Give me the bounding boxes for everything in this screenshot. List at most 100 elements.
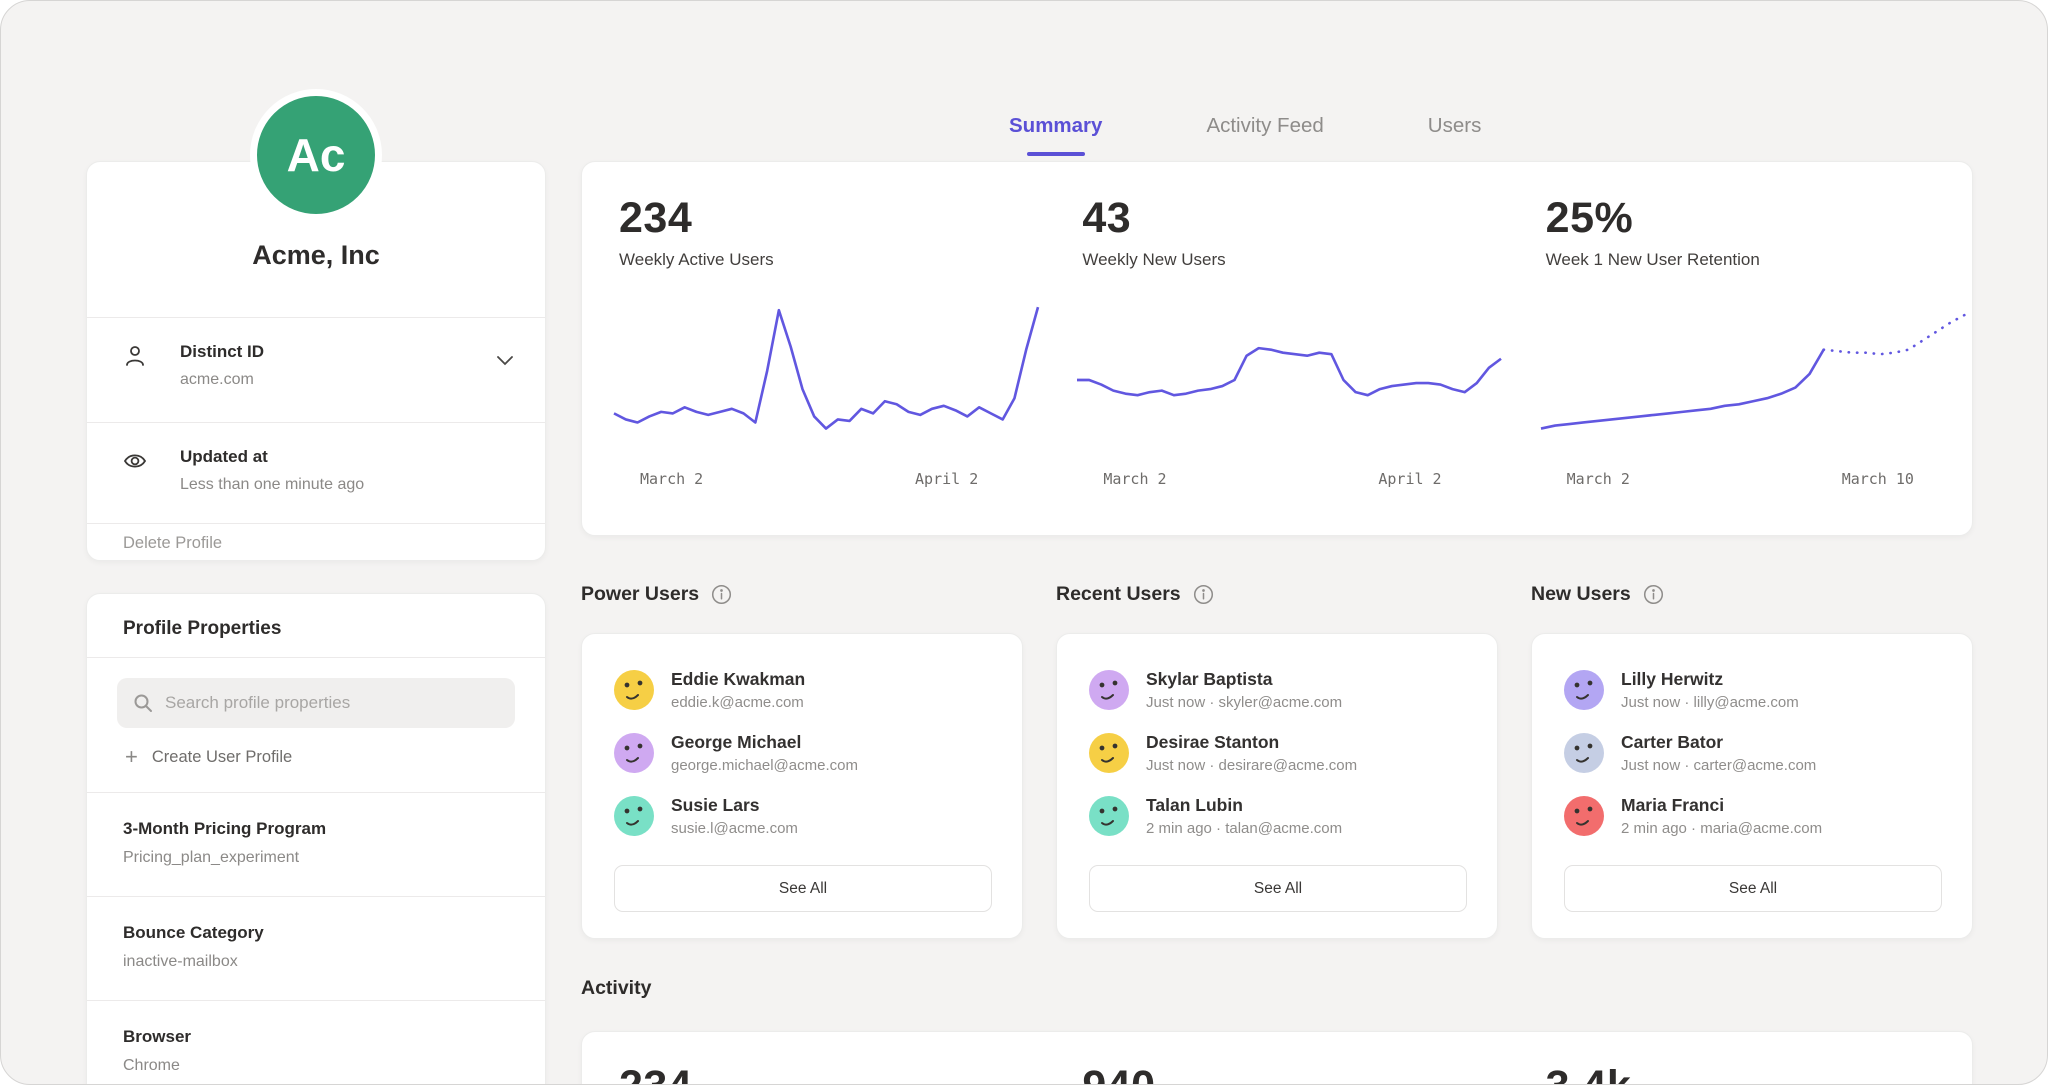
- tab-summary[interactable]: Summary: [1009, 114, 1102, 156]
- distinct-id-value: acme.com: [180, 371, 515, 389]
- plus-icon: +: [125, 746, 138, 768]
- property-label: Bounce Category: [123, 923, 515, 943]
- user-name: Skylar Baptista: [1146, 669, 1342, 690]
- user-name: Lilly Herwitz: [1621, 669, 1799, 690]
- info-icon[interactable]: [711, 584, 732, 605]
- x-axis-label: April 2: [915, 470, 978, 488]
- doodle-face-icon: [1564, 670, 1604, 710]
- see-all-button[interactable]: See All: [1089, 865, 1467, 912]
- avatar: [1564, 796, 1604, 836]
- property-row-browser[interactable]: Browser Chrome: [87, 1000, 545, 1085]
- stat-week1-retention: 25% Week 1 New User Retention March 2 Ma…: [1509, 162, 1972, 535]
- user-item[interactable]: Eddie Kwakman eddie.k@acme.com: [614, 658, 992, 721]
- x-axis-label: March 2: [1103, 470, 1166, 488]
- user-item[interactable]: Maria Franci 2 min ago · maria@acme.com: [1564, 784, 1942, 847]
- doodle-face-icon: [1089, 796, 1129, 836]
- property-label: 3-Month Pricing Program: [123, 819, 515, 839]
- avatar: [1564, 733, 1604, 773]
- activity-stat-value: 234: [619, 1062, 1045, 1085]
- weekly-active-users-sparkline: March 2 April 2: [614, 294, 1038, 500]
- user-item[interactable]: George Michael george.michael@acme.com: [614, 721, 992, 784]
- doodle-face-icon: [1089, 670, 1129, 710]
- avatar: [614, 733, 654, 773]
- avatar: [614, 670, 654, 710]
- user-subtext: Just now · carter@acme.com: [1621, 757, 1816, 774]
- power-users-card: Eddie Kwakman eddie.k@acme.com George Mi…: [581, 633, 1023, 939]
- stat-label: Weekly New Users: [1082, 250, 1508, 270]
- property-value: inactive-mailbox: [123, 953, 515, 971]
- user-subtext: Just now · desirare@acme.com: [1146, 757, 1357, 774]
- user-name: Carter Bator: [1621, 732, 1816, 753]
- profile-properties-card: Profile Properties + Create User Profile…: [86, 593, 546, 1085]
- doodle-face-icon: [1564, 796, 1604, 836]
- see-all-button[interactable]: See All: [1564, 865, 1942, 912]
- active-tab-underline: [1027, 152, 1085, 156]
- doodle-face-icon: [614, 733, 654, 773]
- avatar: [614, 796, 654, 836]
- info-icon[interactable]: [1643, 584, 1664, 605]
- user-name: Talan Lubin: [1146, 795, 1342, 816]
- stat-value: 234: [619, 194, 1045, 243]
- chevron-down-icon[interactable]: [497, 356, 513, 366]
- user-item[interactable]: Carter Bator Just now · carter@acme.com: [1564, 721, 1942, 784]
- user-name: Susie Lars: [671, 795, 798, 816]
- property-row-pricing-program[interactable]: 3-Month Pricing Program Pricing_plan_exp…: [87, 792, 545, 896]
- week1-retention-sparkline: March 2 March 10: [1541, 294, 1965, 500]
- power-users-header: Power Users: [581, 581, 1023, 607]
- power-users-column: Power Users Eddie Kwakman eddie.k@acme.c…: [581, 581, 1023, 939]
- property-value: Pricing_plan_experiment: [123, 849, 515, 867]
- new-users-header: New Users: [1531, 581, 1973, 607]
- tab-users[interactable]: Users: [1428, 114, 1482, 156]
- create-user-profile-label: Create User Profile: [152, 748, 292, 767]
- user-name: George Michael: [671, 732, 858, 753]
- avatar: [1564, 670, 1604, 710]
- avatar: [1089, 733, 1129, 773]
- doodle-face-icon: [614, 796, 654, 836]
- search-icon: [133, 693, 153, 713]
- x-axis-label: March 10: [1842, 470, 1914, 488]
- updated-at-label: Updated at: [180, 447, 515, 467]
- recent-users-card: Skylar Baptista Just now · skyler@acme.c…: [1056, 633, 1498, 939]
- info-icon[interactable]: [1193, 584, 1214, 605]
- x-axis-label: April 2: [1378, 470, 1441, 488]
- doodle-face-icon: [614, 670, 654, 710]
- new-users-column: New Users Lilly Herwitz Just now · lilly…: [1531, 581, 1973, 939]
- user-subtext: 2 min ago · maria@acme.com: [1621, 820, 1822, 837]
- user-item[interactable]: Desirae Stanton Just now · desirare@acme…: [1089, 721, 1467, 784]
- user-item[interactable]: Lilly Herwitz Just now · lilly@acme.com: [1564, 658, 1942, 721]
- stat-value: 25%: [1546, 194, 1972, 243]
- distinct-id-label: Distinct ID: [180, 342, 515, 362]
- stat-weekly-new-users: 43 Weekly New Users March 2 April 2: [1045, 162, 1508, 535]
- search-profile-properties-box[interactable]: [117, 678, 515, 728]
- user-subtext: Just now · lilly@acme.com: [1621, 694, 1799, 711]
- user-name: Desirae Stanton: [1146, 732, 1357, 753]
- company-avatar: Ac: [250, 89, 382, 221]
- doodle-face-icon: [1564, 733, 1604, 773]
- user-subtext: eddie.k@acme.com: [671, 694, 805, 711]
- eye-icon: [123, 449, 147, 473]
- user-name: Eddie Kwakman: [671, 669, 805, 690]
- profile-properties-title: Profile Properties: [87, 594, 545, 657]
- search-profile-properties-input[interactable]: [163, 692, 499, 714]
- new-users-card: Lilly Herwitz Just now · lilly@acme.com …: [1531, 633, 1973, 939]
- see-all-button[interactable]: See All: [614, 865, 992, 912]
- user-item[interactable]: Susie Lars susie.l@acme.com: [614, 784, 992, 847]
- property-row-bounce-category[interactable]: Bounce Category inactive-mailbox: [87, 896, 545, 1000]
- stat-label: Week 1 New User Retention: [1546, 250, 1972, 270]
- property-value: Chrome: [123, 1057, 515, 1075]
- delete-profile-button[interactable]: Delete Profile: [87, 524, 545, 563]
- user-subtext: Just now · skyler@acme.com: [1146, 694, 1342, 711]
- avatar: [1089, 670, 1129, 710]
- create-user-profile-button[interactable]: + Create User Profile: [125, 746, 515, 768]
- app-frame: Ac Acme, Inc Distinct ID acme.com Update…: [0, 0, 2048, 1085]
- property-label: Browser: [123, 1027, 515, 1047]
- recent-users-header: Recent Users: [1056, 581, 1498, 607]
- tab-activity-feed[interactable]: Activity Feed: [1206, 114, 1323, 156]
- updated-at-value: Less than one minute ago: [180, 476, 515, 494]
- user-item[interactable]: Skylar Baptista Just now · skyler@acme.c…: [1089, 658, 1467, 721]
- stat-label: Weekly Active Users: [619, 250, 1045, 270]
- recent-users-column: Recent Users Skylar Baptista Just now · …: [1056, 581, 1498, 939]
- distinct-id-row[interactable]: Distinct ID acme.com: [87, 318, 545, 422]
- user-name: Maria Franci: [1621, 795, 1822, 816]
- user-item[interactable]: Talan Lubin 2 min ago · talan@acme.com: [1089, 784, 1467, 847]
